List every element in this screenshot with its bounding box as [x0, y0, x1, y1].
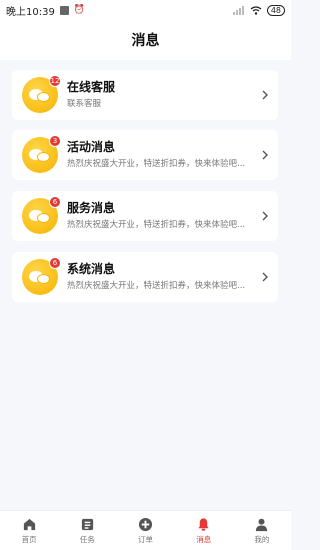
- task-icon: [81, 518, 93, 530]
- bottom-tab-bar: 首页 任务 订单 消息 我的: [0, 510, 291, 550]
- message-title: 活动消息: [67, 140, 116, 154]
- signal-icon: [232, 5, 244, 15]
- message-title: 系统消息: [67, 262, 116, 276]
- message-item-activity[interactable]: 3 活动消息 热烈庆祝盛大开业，特送折扣券，快来体验吧...: [12, 130, 278, 180]
- status-time: 晚上10:39: [6, 6, 55, 18]
- chat-icon: 3: [22, 135, 61, 173]
- chat-icon: 6: [22, 196, 61, 234]
- tab-profile[interactable]: 我的: [233, 511, 291, 550]
- wifi-icon: [250, 5, 262, 15]
- message-title: 在线客服: [67, 80, 116, 94]
- user-icon: [256, 518, 268, 531]
- status-right: 48: [232, 4, 285, 16]
- message-item-system[interactable]: 6 系统消息 热烈庆祝盛大开业，特送折扣券，快来体验吧...: [12, 252, 278, 302]
- add-icon: [138, 517, 153, 531]
- tab-label: 首页: [21, 534, 37, 544]
- home-icon: [23, 518, 35, 530]
- message-subtitle: 联系客服: [67, 99, 102, 109]
- page-header: 消息: [0, 20, 291, 60]
- chevron-right-icon: [258, 269, 272, 285]
- alarm-icon: ⏰: [73, 5, 86, 15]
- tab-messages[interactable]: 消息: [175, 511, 233, 550]
- notification-icon: [59, 5, 69, 15]
- battery-icon: 48: [266, 4, 285, 16]
- unread-badge: 3: [49, 135, 61, 147]
- unread-badge: 6: [49, 196, 61, 208]
- message-item-online-service[interactable]: 12 在线客服 联系客服: [12, 70, 278, 120]
- chat-icon: 12: [22, 75, 61, 113]
- tab-order[interactable]: 订单: [116, 511, 174, 550]
- message-list: 12 在线客服 联系客服 3 活动消息 热烈庆祝盛大开业，特送折扣券，快来体验吧…: [0, 60, 291, 510]
- unread-badge: 12: [49, 75, 61, 87]
- message-subtitle: 热烈庆祝盛大开业，特送折扣券，快来体验吧...: [67, 281, 246, 291]
- unread-badge: 6: [49, 257, 61, 269]
- chevron-right-icon: [258, 208, 272, 224]
- tab-label: 消息: [196, 534, 212, 544]
- tab-label: 任务: [79, 534, 95, 544]
- tab-label: 订单: [138, 534, 153, 544]
- status-bar: 晚上10:39 ⏰ 48: [0, 0, 291, 20]
- message-subtitle: 热烈庆祝盛大开业，特送折扣券，快来体验吧...: [67, 159, 246, 169]
- chevron-right-icon: [258, 87, 272, 103]
- tab-label: 我的: [254, 534, 270, 544]
- tab-task[interactable]: 任务: [58, 511, 116, 550]
- page-title: 消息: [131, 33, 160, 49]
- chevron-right-icon: [258, 147, 272, 163]
- status-left: 晚上10:39 ⏰: [6, 3, 85, 18]
- message-item-service[interactable]: 6 服务消息 热烈庆祝盛大开业，特送折扣券，快来体验吧...: [12, 191, 278, 241]
- message-subtitle: 热烈庆祝盛大开业，特送折扣券，快来体验吧...: [67, 220, 246, 230]
- chat-icon: 6: [22, 257, 61, 295]
- bell-icon: [198, 517, 209, 531]
- message-title: 服务消息: [67, 201, 116, 215]
- tab-home[interactable]: 首页: [0, 511, 58, 550]
